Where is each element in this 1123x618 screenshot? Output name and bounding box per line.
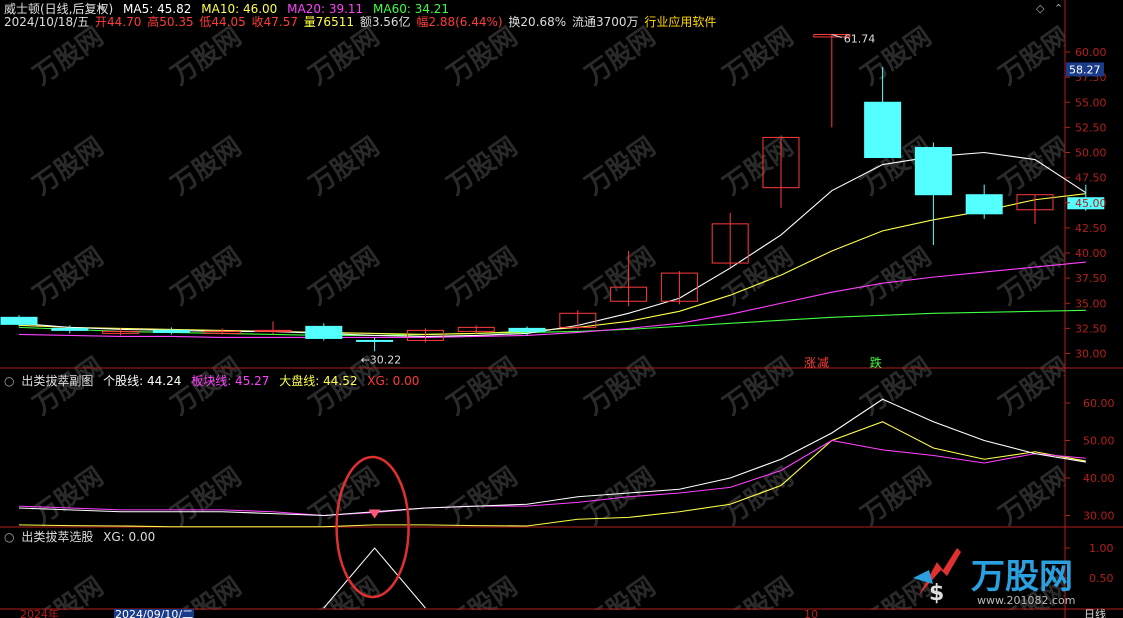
year-label: 2024年 — [20, 607, 59, 618]
y-tick-label: 35.00 — [1075, 297, 1107, 310]
float-shares: 流通3700万 — [572, 15, 639, 29]
sub1-header: ○ 出类拔萃副图 个股线: 44.24 板块线: 45.27 大盘线: 44.5… — [4, 374, 425, 388]
y-tick-label: 52.50 — [1075, 121, 1107, 134]
turnover: 换20.68% — [508, 15, 567, 29]
y-tick-label: 45.00 — [1075, 197, 1107, 210]
y-tick-label: 50.00 — [1075, 147, 1107, 160]
ma20-value: MA20: 39.11 — [287, 2, 364, 16]
kline-chart[interactable]: 万股网 61.74←30.22涨减跌 60.0057.5055.0052.505… — [0, 0, 1123, 618]
main-header-row2: 2024/10/18/五 开44.70 高50.35 低44.05 收47.57… — [4, 15, 722, 29]
sub1-tick-label: 40.00 — [1083, 472, 1115, 485]
high-label: 61.74 — [844, 33, 876, 46]
candle-body — [864, 101, 902, 159]
brand-logo: $ 万股网 www.201082.com — [913, 548, 1075, 607]
y-tick-label: 60.00 — [1075, 46, 1107, 59]
background-watermark — [0, 0, 1065, 610]
sub1-stock-line: 个股线: 44.24 — [103, 374, 182, 388]
industry-link[interactable]: 行业应用软件 — [644, 15, 716, 29]
sub1-title[interactable]: 出类拔萃副图 — [21, 374, 93, 388]
main-header-row1: 威士顿(日线,后复权) MA5: 45.82 MA10: 46.00 MA20:… — [4, 2, 455, 16]
candle-body — [305, 325, 343, 339]
y-tick-label: 32.50 — [1075, 322, 1107, 335]
y-tick-label: 47.50 — [1075, 172, 1107, 185]
reduce-tag: 减 — [817, 356, 829, 370]
down-tag: 跌 — [870, 355, 882, 370]
sub1-market-line: 大盘线: 44.52 — [279, 374, 358, 388]
y-tick-label: 42.50 — [1075, 222, 1107, 235]
brand-watermark: $ 万股网 www.201082.com — [899, 540, 1119, 610]
candle-body — [51, 327, 89, 331]
candle-body — [508, 327, 546, 332]
sub2-title[interactable]: 出类拔萃选股 — [21, 530, 93, 544]
candle-body — [965, 194, 1003, 215]
volume: 量76511 — [303, 15, 354, 29]
sub1-tick-label: 30.00 — [1083, 510, 1115, 523]
diamond-icon[interactable]: ◇ — [1036, 2, 1044, 15]
brand-name: 万股网 — [971, 557, 1073, 597]
month-label: 10 — [804, 608, 818, 618]
y-tick-label: 30.00 — [1075, 348, 1107, 361]
dropdown-arrow-icon[interactable]: ▾ — [100, 2, 106, 15]
ma60-value: MA60: 34.21 — [373, 2, 450, 16]
sub2-header: ○ 出类拔萃选股 XG: 0.00 — [4, 530, 161, 544]
y-tick-label: 40.00 — [1075, 247, 1107, 260]
svg-text:$: $ — [929, 581, 944, 606]
amount: 额3.56亿 — [359, 15, 411, 29]
open-price: 开44.70 — [95, 15, 142, 29]
ma10-value: MA10: 46.00 — [201, 2, 278, 16]
ma5-value: MA5: 45.82 — [123, 2, 192, 16]
current-price-label: 58.27 — [1069, 63, 1101, 76]
change-amount: 幅2.88(6.44%) — [416, 15, 503, 29]
limit-up-tag: 涨 — [804, 355, 816, 370]
candle-body — [914, 146, 952, 196]
high-price: 高50.35 — [147, 15, 194, 29]
sub1-collapse-icon[interactable]: ○ — [4, 374, 14, 388]
y-tick-label: 55.00 — [1075, 96, 1107, 109]
sub1-tick-label: 60.00 — [1083, 397, 1115, 410]
cursor-date: 2024/09/10/二 — [115, 608, 193, 618]
candle-body — [356, 339, 394, 342]
sub1-xg: XG: 0.00 — [367, 374, 420, 388]
chevron-up-icon[interactable]: ⌃ — [1054, 2, 1063, 15]
candle-body — [152, 329, 190, 333]
sub1-sector-line: 板块线: 45.27 — [191, 374, 270, 388]
bar-date: 2024/10/18/五 — [4, 15, 90, 29]
low-label: ←30.22 — [361, 353, 402, 366]
sub2-collapse-icon[interactable]: ○ — [4, 530, 14, 544]
low-price: 低44.05 — [199, 15, 246, 29]
close-price: 收47.57 — [251, 15, 298, 29]
y-tick-label: 37.50 — [1075, 272, 1107, 285]
brand-url: www.201082.com — [977, 594, 1075, 607]
sub2-xg: XG: 0.00 — [103, 530, 156, 544]
candle-body — [0, 316, 38, 325]
stock-name[interactable]: 威士顿(日线,后复权) — [4, 2, 113, 16]
sub1-tick-label: 50.00 — [1083, 435, 1115, 448]
